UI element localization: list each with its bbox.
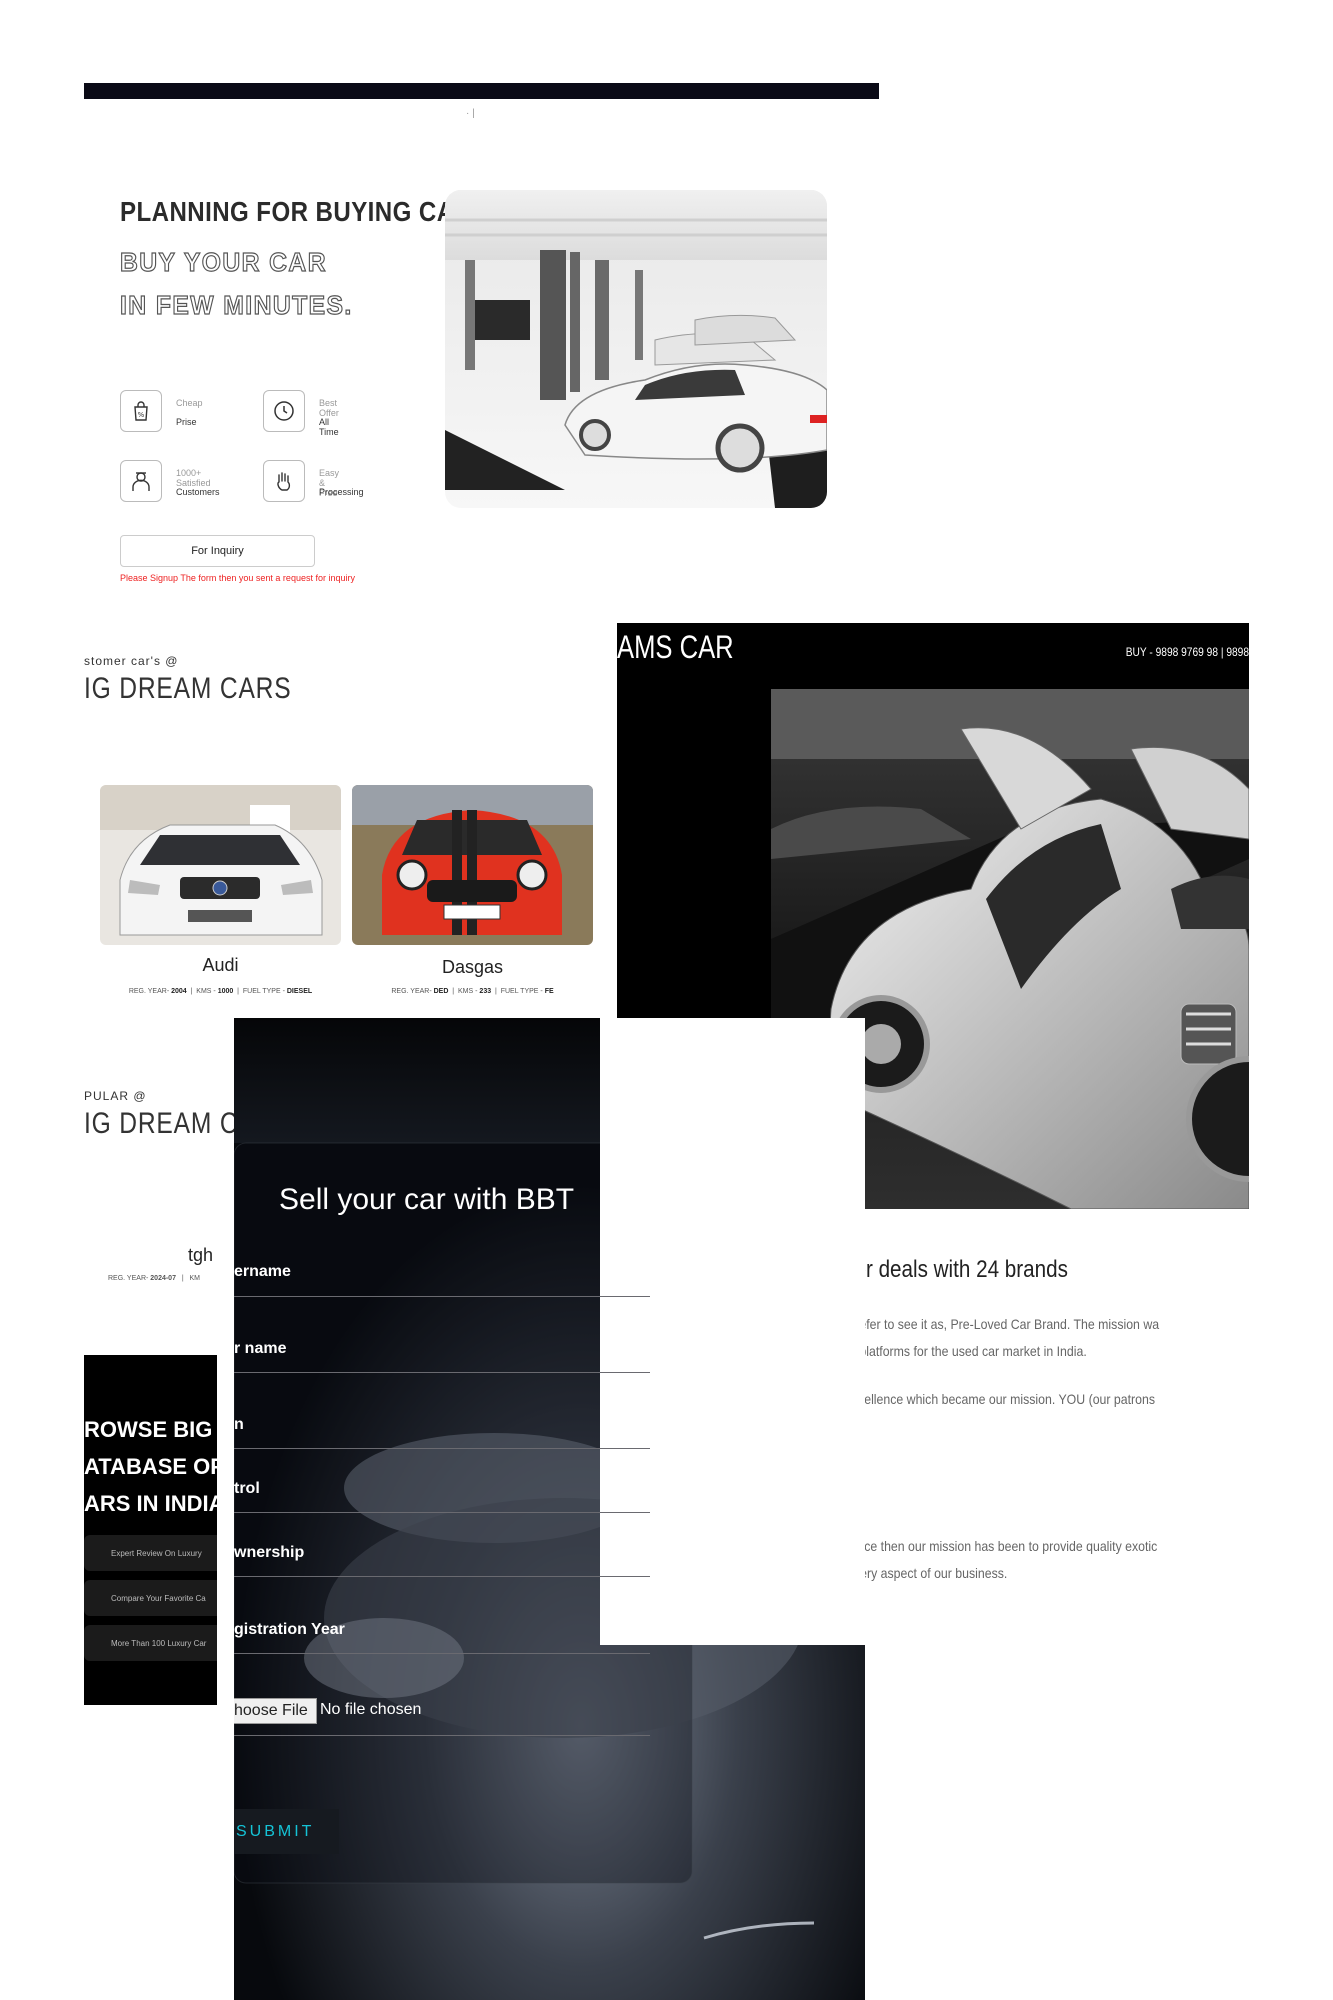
- username-input[interactable]: [234, 1296, 650, 1297]
- car-meta: REG. YEAR- 2024-07 | KM: [108, 1275, 200, 1282]
- sell-form-title: Sell your car with BBT: [279, 1183, 575, 1216]
- browse-panel: ROWSE BIG D ATABASE OF ARS IN INDIA Expe…: [84, 1355, 217, 1705]
- feature-big-text: Processing: [319, 487, 364, 497]
- ownership-label: wnership: [234, 1544, 305, 1561]
- popular-section-eyebrow: PULAR @: [84, 1089, 147, 1103]
- car-image: [100, 785, 341, 945]
- browse-feature-pill: Compare Your Favorite Ca: [84, 1580, 217, 1616]
- inquiry-button[interactable]: For Inquiry: [120, 535, 315, 567]
- feature-easy-processing: Easy & Free Processing: [263, 460, 364, 502]
- car-meta: REG. YEAR- DED | KMS - 233 | FUEL TYPE -…: [391, 988, 554, 995]
- feature-satisfied-customers: 1000+ Satisfied Customers: [120, 460, 220, 502]
- feature-big-text: All Time: [319, 417, 339, 437]
- feature-small-text: 1000+ Satisfied: [176, 468, 211, 488]
- fuel-type-label: trol: [234, 1480, 260, 1497]
- customer-section-eyebrow: stomer car's @: [84, 654, 179, 668]
- car-meta: REG. YEAR- 2004 | KMS - 1000 | FUEL TYPE…: [128, 988, 313, 995]
- feature-big-text: Prise: [176, 417, 197, 427]
- customer-section-title: IG DREAM CARS: [84, 672, 292, 705]
- hand-icon: [263, 460, 305, 502]
- user-icon: [120, 460, 162, 502]
- hero-subtitle-line2: IN FEW MINUTES.: [119, 289, 353, 320]
- browse-feature-pill: Expert Review On Luxury: [84, 1535, 217, 1571]
- clock-icon: [263, 390, 305, 432]
- top-navbar: [84, 83, 879, 99]
- car-name: tgh: [188, 1245, 214, 1265]
- showroom-image: [445, 190, 827, 508]
- inquiry-note: Please Signup The form then you sent a r…: [120, 573, 355, 583]
- fuel-type-input[interactable]: [234, 1512, 650, 1513]
- buy-phone-number[interactable]: BUY - 9898 9769 98 | 9898: [1126, 645, 1249, 659]
- discount-bag-icon: %: [120, 390, 162, 432]
- car-name-label: r name: [234, 1340, 287, 1357]
- feature-best-offer: Best Offer All Time: [263, 390, 339, 437]
- choose-file-button[interactable]: hoose File: [234, 1698, 317, 1724]
- browse-heading-line: ARS IN INDIA: [84, 1491, 217, 1516]
- submit-button[interactable]: SUBMIT: [234, 1809, 339, 1854]
- file-input-underline: [234, 1735, 650, 1736]
- feature-cheap-price: % Cheap Prise: [120, 390, 203, 432]
- car-name: Audi: [202, 955, 239, 975]
- registration-year-input[interactable]: [234, 1653, 650, 1654]
- svg-text:%: %: [138, 411, 145, 419]
- car-image: [352, 785, 593, 945]
- hero-subtitle-line1: BUY YOUR CAR: [119, 246, 327, 277]
- browse-feature-pill: More Than 100 Luxury Car: [84, 1625, 217, 1661]
- registration-year-label: gistration Year: [234, 1621, 345, 1638]
- car-name: Dasgas: [441, 957, 504, 977]
- car-name-input[interactable]: [234, 1372, 650, 1373]
- model-input[interactable]: [234, 1448, 650, 1449]
- browse-heading-line: ATABASE OF: [84, 1454, 217, 1479]
- sell-car-form: Sell your car with BBT ername r name n t…: [234, 1018, 865, 2000]
- feature-big-text: Customers: [176, 487, 220, 497]
- car-card[interactable]: Dasgas REG. YEAR- DED | KMS - 233 | FUEL…: [352, 785, 593, 995]
- feature-small-text: Cheap: [176, 398, 203, 408]
- hero-title: PLANNING FOR BUYING CAR?: [120, 196, 488, 227]
- brand-title: AMS CAR: [617, 629, 734, 665]
- ownership-input[interactable]: [234, 1576, 650, 1577]
- browse-heading-line: ROWSE BIG D: [84, 1417, 217, 1442]
- no-file-text: No file chosen: [320, 1701, 422, 1718]
- model-label: n: [234, 1416, 244, 1433]
- car-card[interactable]: Audi REG. YEAR- 2004 | KMS - 1000 | FUEL…: [100, 785, 341, 995]
- popular-section-title: IG DREAM C: [84, 1107, 239, 1140]
- nav-separator: · |: [466, 108, 475, 119]
- feature-small-text: Best Offer: [319, 398, 339, 418]
- username-label: ername: [234, 1263, 291, 1280]
